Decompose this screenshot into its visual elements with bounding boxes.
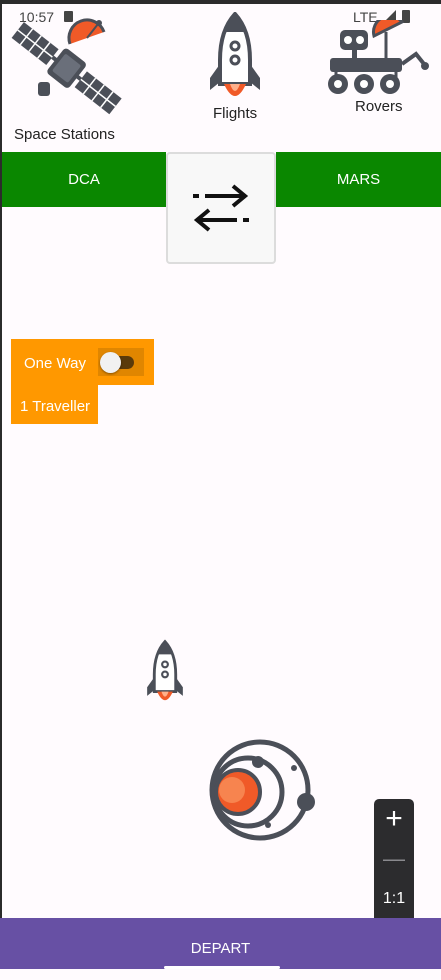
one-way-switch-thumb[interactable]	[100, 352, 121, 373]
category-space-stations[interactable]: Space Stations	[8, 14, 124, 144]
origin-code: DCA	[68, 171, 100, 188]
zoom-in-button[interactable]: +	[374, 801, 414, 837]
rocket-icon	[147, 639, 183, 701]
category-label: Space Stations	[14, 126, 115, 143]
travellers-label: 1 Traveller	[20, 398, 91, 415]
destination-code: MARS	[336, 171, 381, 188]
depart-label: DEPART	[190, 940, 251, 957]
origin-button[interactable]: DCA	[2, 152, 166, 207]
swap-route-button[interactable]	[166, 152, 276, 264]
rover-icon	[328, 20, 429, 94]
swap-arrows-icon	[193, 184, 249, 232]
depart-button[interactable]: DEPART	[0, 918, 441, 969]
rocket-icon	[210, 12, 260, 96]
trip-type-label: One Way	[24, 355, 86, 372]
category-label: Rovers	[355, 98, 403, 115]
solar-system-icon	[209, 739, 315, 841]
satellite-icon	[11, 18, 122, 115]
zoom-out-button[interactable]: —	[374, 841, 414, 877]
category-label: Flights	[213, 105, 258, 122]
destination-button[interactable]: MARS	[276, 152, 441, 207]
travellers-button[interactable]: 1 Traveller	[11, 385, 98, 424]
category-rovers[interactable]: Rovers	[324, 20, 432, 120]
screen-frame	[0, 0, 2, 969]
zoom-reset-button[interactable]: 1:1	[374, 881, 414, 917]
category-flights[interactable]: Flights	[200, 12, 270, 124]
